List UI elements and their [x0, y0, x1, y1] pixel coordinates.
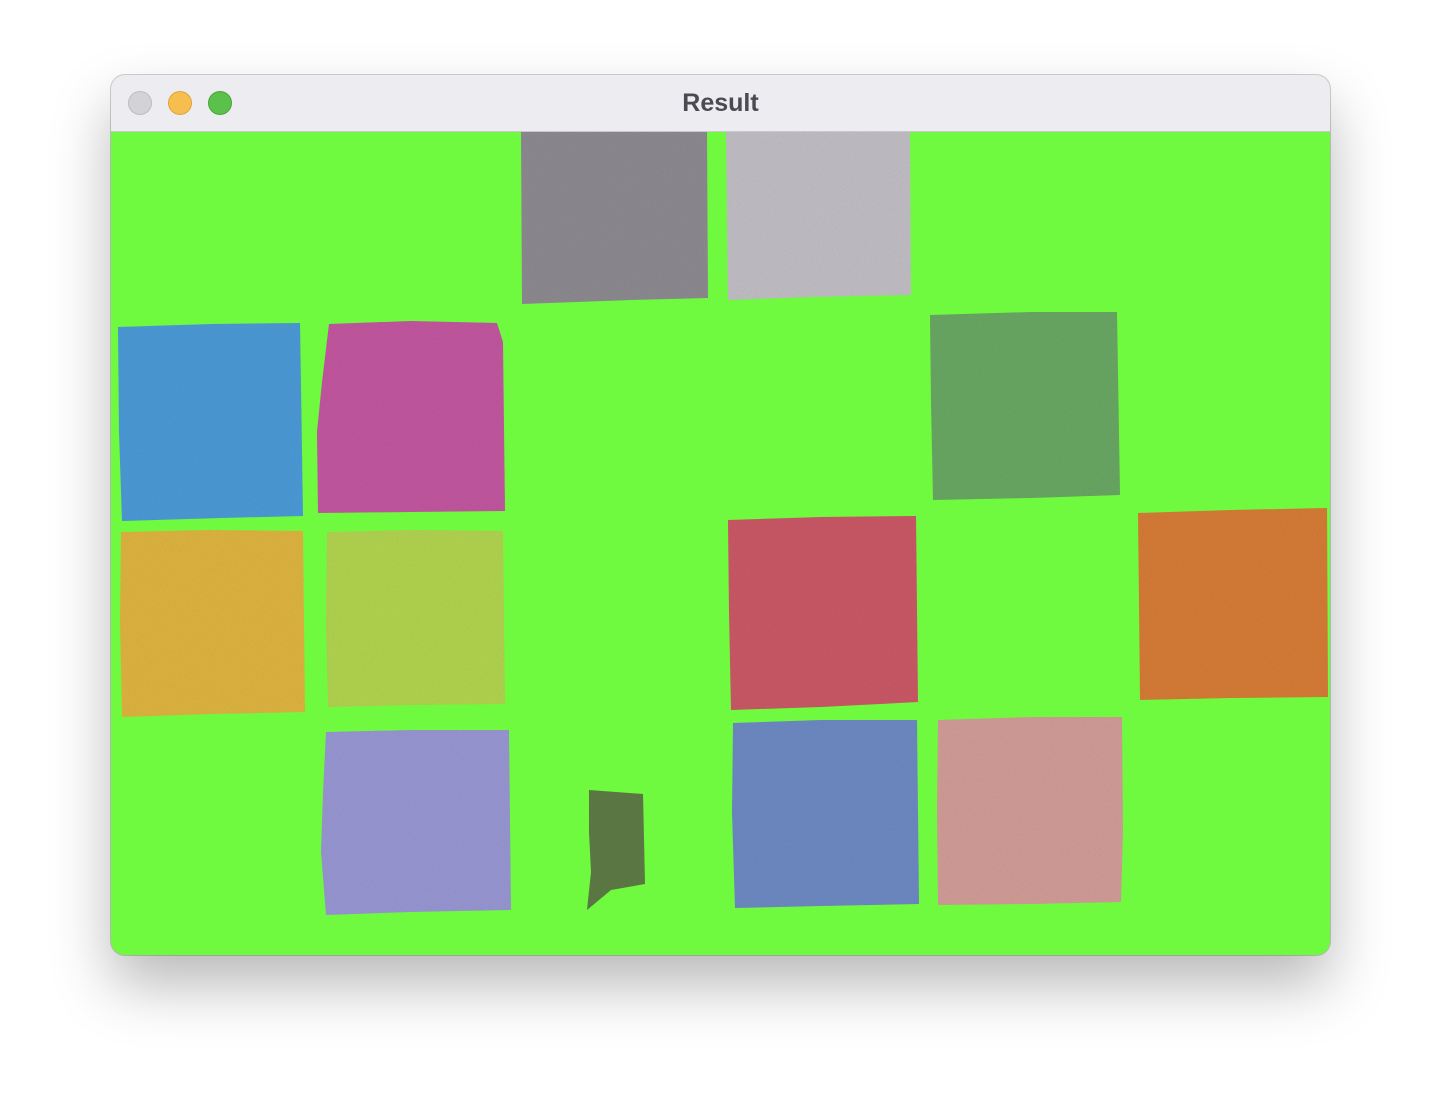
result-image-svg: [118, 132, 1328, 915]
pink-patch: [937, 717, 1123, 905]
result-image: [111, 132, 1330, 955]
green-patch: [930, 312, 1120, 500]
light-gray-patch: [726, 132, 911, 300]
orange-patch: [1138, 508, 1328, 700]
gray-patch: [521, 132, 708, 304]
dark-green-patch: [587, 790, 645, 910]
blue-patch: [118, 323, 303, 521]
red-patch: [728, 516, 918, 710]
yellow-green-patch: [326, 530, 505, 707]
magenta-patch: [317, 321, 505, 513]
slate-blue-patch: [732, 720, 919, 908]
result-window: Result: [111, 75, 1330, 955]
yellow-orange-patch: [120, 530, 305, 717]
title-bar[interactable]: Result: [111, 75, 1330, 132]
lavender-patch: [321, 730, 511, 915]
window-title: Result: [682, 89, 759, 117]
